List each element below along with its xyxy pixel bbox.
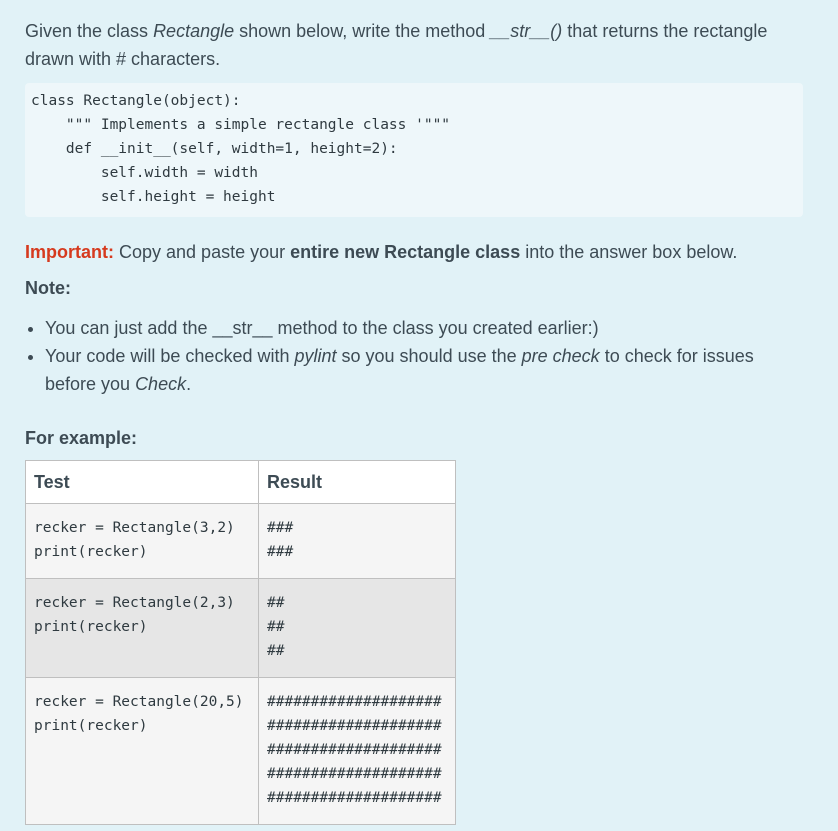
result-cell: ### ### [258, 503, 456, 579]
important-label: Important: [25, 242, 114, 262]
code-line: self.height = height [31, 189, 276, 205]
note-item-text: so you should use the [336, 346, 522, 366]
test-cell: recker = Rectangle(2,3) print(recker) [25, 578, 259, 678]
important-text: Copy and paste your [114, 242, 291, 262]
test-line: print(recker) [34, 544, 148, 560]
result-line: ### [267, 520, 294, 536]
note-list: You can just add the __str__ method to t… [25, 314, 805, 398]
column-header-result: Result [258, 460, 456, 504]
result-line: #################### [267, 742, 442, 758]
result-cell: ## ## ## [258, 578, 456, 678]
question-intro: Given the class Rectangle shown below, w… [25, 17, 805, 73]
result-line: #################### [267, 694, 442, 710]
code-line: def __init__(self, width=1, height=2): [31, 141, 398, 157]
code-block: class Rectangle(object): """ Implements … [25, 83, 803, 217]
question-panel: Given the class Rectangle shown below, w… [0, 0, 838, 831]
table-row: recker = Rectangle(20,5) print(recker) ##… [25, 677, 456, 825]
result-line: #################### [267, 790, 442, 806]
test-cell: recker = Rectangle(20,5) print(recker) [25, 677, 259, 825]
important-bold-text: entire new Rectangle class [290, 242, 521, 262]
note-item-text: . [186, 374, 192, 394]
result-line: #################### [267, 766, 442, 782]
table-header-row: Test Result [25, 460, 456, 504]
note-title: Note: [25, 278, 71, 298]
column-header-test: Test [25, 460, 259, 504]
result-line: ## [267, 619, 285, 635]
intro-class-name: Rectangle [153, 21, 235, 41]
note-item-text: Your code will be checked with [45, 346, 295, 366]
test-line: recker = Rectangle(2,3) [34, 595, 235, 611]
intro-text: Given the class [25, 21, 154, 41]
table-row: recker = Rectangle(3,2) print(recker) ###… [25, 503, 456, 579]
note-item: You can just add the __str__ method to t… [45, 314, 805, 342]
important-note: Important: Copy and paste your entire ne… [25, 238, 838, 266]
note-item: Your code will be checked with pylint so… [45, 342, 805, 398]
note-check: Check [135, 374, 187, 394]
note-item-text: You can just add the __str__ method to t… [45, 318, 599, 338]
result-line: ## [267, 643, 285, 659]
example-title: For example: [25, 428, 138, 448]
test-line: recker = Rectangle(20,5) [34, 694, 244, 710]
test-line: print(recker) [34, 619, 148, 635]
test-line: recker = Rectangle(3,2) [34, 520, 235, 536]
test-line: print(recker) [34, 718, 148, 734]
example-table: Test Result recker = Rectangle(3,2) print… [25, 460, 456, 825]
intro-text: shown below, write the method [234, 21, 491, 41]
code-line: """ Implements a simple rectangle class … [31, 117, 451, 133]
important-text: into the answer box below. [520, 242, 738, 262]
result-cell: #################### ####################… [258, 677, 456, 825]
note-precheck: pre check [521, 346, 600, 366]
result-line: #################### [267, 718, 442, 734]
code-line: class Rectangle(object): [31, 93, 241, 109]
table-row: recker = Rectangle(2,3) print(recker) ## #… [25, 578, 456, 678]
intro-method-name: __str__() [490, 21, 563, 41]
result-line: ## [267, 595, 285, 611]
result-line: ### [267, 544, 294, 560]
test-cell: recker = Rectangle(3,2) print(recker) [25, 503, 259, 579]
note-pylint: pylint [294, 346, 337, 366]
code-line: self.width = width [31, 165, 258, 181]
